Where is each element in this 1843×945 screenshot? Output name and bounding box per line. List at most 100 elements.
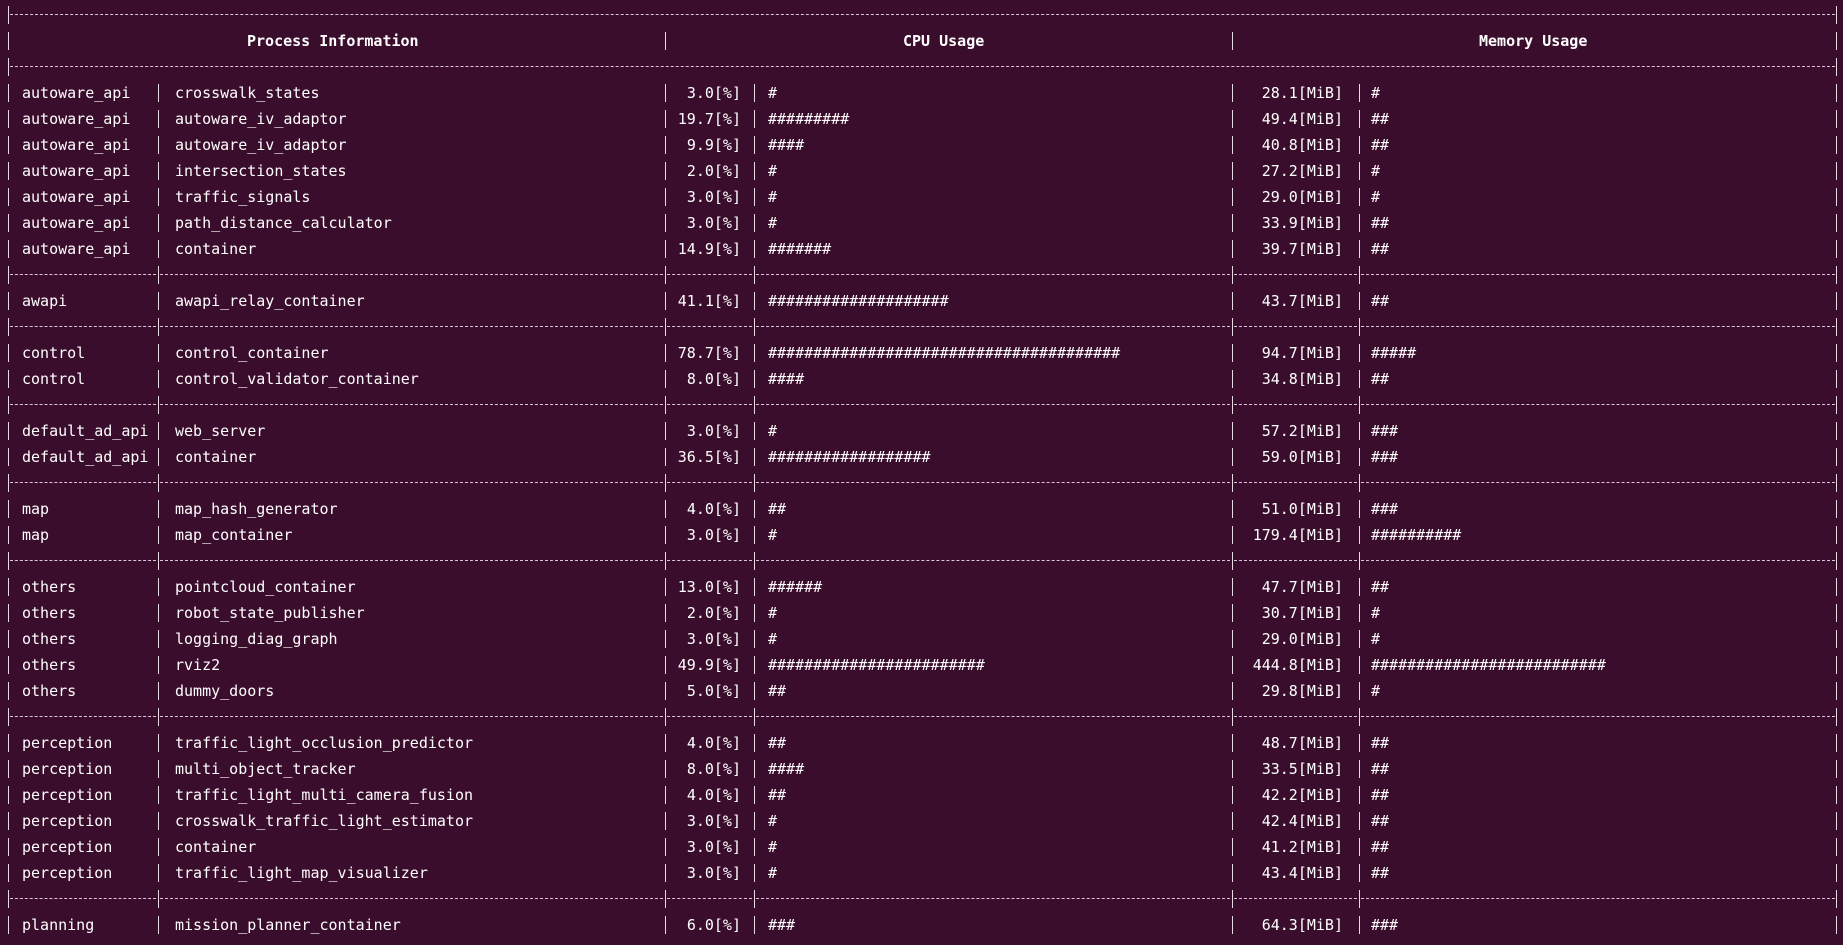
process-group: autoware_api: [22, 240, 131, 258]
column-border: [754, 240, 755, 258]
column-border: [1359, 864, 1360, 882]
cpu-bar: ####: [768, 760, 805, 778]
column-border: [665, 786, 666, 804]
column-border: [158, 838, 159, 856]
column-border: [1359, 526, 1360, 544]
column-border: [1836, 6, 1837, 24]
separator-line: [1234, 898, 1357, 899]
column-border: [158, 682, 159, 700]
separator-row: [0, 54, 1843, 80]
process-name: awapi_relay_container: [175, 292, 365, 310]
process-information-header: Process Information: [247, 32, 419, 50]
column-border: [8, 6, 9, 24]
memory-value: 33.5[MiB]: [1261, 760, 1343, 778]
column-border: [158, 552, 159, 570]
column-border: [1359, 890, 1360, 908]
cpu-bar: #: [768, 214, 778, 232]
cpu-value: 3.0[%]: [686, 630, 741, 648]
column-border: [158, 240, 159, 258]
column-border: [1359, 370, 1360, 388]
column-border: [1359, 500, 1360, 518]
column-border: [754, 890, 755, 908]
column-border: [1359, 760, 1360, 778]
cpu-bar: ##: [768, 500, 787, 518]
cpu-bar: ########################: [768, 656, 985, 674]
cpu-bar: #: [768, 630, 778, 648]
column-border: [754, 656, 755, 674]
cpu-bar: #: [768, 526, 778, 544]
cpu-bar: #: [768, 162, 778, 180]
separator-line: [160, 274, 663, 275]
table-row: others pointcloud_container 13.0[%] ###### 4…: [0, 574, 1843, 600]
process-name: dummy_doors: [175, 682, 275, 700]
column-border: [754, 734, 755, 752]
memory-value: 43.7[MiB]: [1261, 292, 1343, 310]
separator-line: [1234, 274, 1357, 275]
column-border: [1359, 474, 1360, 492]
column-border: [665, 630, 666, 648]
separator-line: [667, 404, 752, 405]
separator-row: [0, 262, 1843, 288]
cpu-value: 3.0[%]: [686, 214, 741, 232]
column-border: [158, 448, 159, 466]
column-border: [8, 786, 9, 804]
column-border: [754, 136, 755, 154]
process-name: multi_object_tracker: [175, 760, 356, 778]
process-group: others: [22, 656, 77, 674]
column-border: [754, 708, 755, 726]
column-border: [754, 864, 755, 882]
table-row: autoware_api autoware_iv_adaptor 9.9[%] ###…: [0, 132, 1843, 158]
memory-bar: ##: [1371, 214, 1390, 232]
cpu-value: 4.0[%]: [686, 500, 741, 518]
column-border: [1836, 32, 1837, 50]
column-border: [754, 682, 755, 700]
column-border: [158, 266, 159, 284]
column-border: [158, 864, 159, 882]
table-row: planning mission_planner_container 6.0[%] #…: [0, 912, 1843, 938]
separator-line: [10, 716, 156, 717]
cpu-value: 4.0[%]: [686, 734, 741, 752]
cpu-value: 78.7[%]: [677, 344, 741, 362]
column-border: [1359, 604, 1360, 622]
column-border: [754, 266, 755, 284]
column-border: [8, 578, 9, 596]
separator-line: [667, 716, 752, 717]
column-border: [665, 864, 666, 882]
cpu-value: 49.9[%]: [677, 656, 741, 674]
column-border: [1232, 890, 1233, 908]
column-border: [158, 734, 159, 752]
process-group: others: [22, 578, 77, 596]
memory-bar: ##: [1371, 370, 1390, 388]
column-border: [754, 604, 755, 622]
terminal-output: Process Information CPU Usage Memory Usage…: [0, 0, 1843, 945]
separator-line: [756, 482, 1230, 483]
table-row: others rviz2 49.9[%] ######################…: [0, 652, 1843, 678]
column-border: [665, 474, 666, 492]
table-row: others logging_diag_graph 3.0[%] #29.0[MiB]…: [0, 626, 1843, 652]
cpu-value: 3.0[%]: [686, 526, 741, 544]
memory-value: 94.7[MiB]: [1261, 344, 1343, 362]
column-border: [1836, 162, 1837, 180]
column-border: [1232, 32, 1233, 50]
process-group: others: [22, 630, 77, 648]
process-group: autoware_api: [22, 162, 131, 180]
column-border: [1232, 760, 1233, 778]
column-border: [8, 890, 9, 908]
column-border: [665, 448, 666, 466]
column-border: [1836, 344, 1837, 362]
column-border: [1836, 422, 1837, 440]
memory-value: 30.7[MiB]: [1261, 604, 1343, 622]
column-border: [665, 552, 666, 570]
column-border: [1359, 656, 1360, 674]
column-border: [8, 32, 9, 50]
column-border: [8, 292, 9, 310]
separator-row: [0, 704, 1843, 730]
column-border: [1232, 422, 1233, 440]
column-border: [1232, 266, 1233, 284]
column-border: [1359, 448, 1360, 466]
column-border: [1836, 500, 1837, 518]
column-border: [754, 552, 755, 570]
column-border: [1232, 578, 1233, 596]
column-border: [1232, 344, 1233, 362]
separator-line: [10, 898, 156, 899]
